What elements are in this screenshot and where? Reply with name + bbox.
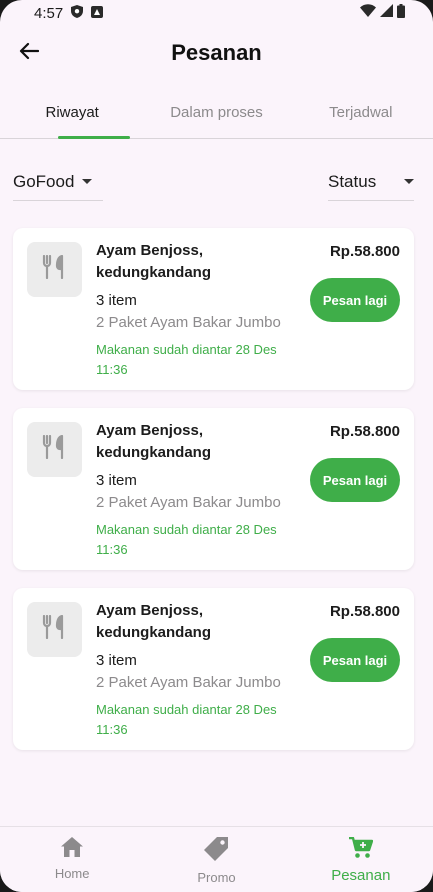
- status-bar: 4:57: [0, 0, 433, 26]
- status-time: 4:57: [34, 4, 64, 22]
- app-notification-icon: [91, 5, 104, 22]
- restaurant-thumbnail: [27, 242, 82, 297]
- order-price: Rp.58.800: [329, 423, 400, 440]
- battery-icon: [397, 3, 405, 23]
- restaurant-thumbnail: [27, 602, 82, 657]
- restaurant-name: Ayam Benjoss, kedungkandang: [96, 242, 212, 281]
- nav-pesanan[interactable]: Pesanan: [289, 827, 433, 892]
- restaurant-name: Ayam Benjoss, kedungkandang: [96, 422, 212, 461]
- fork-knife-icon: [42, 254, 68, 284]
- service-filter-dropdown[interactable]: GoFood: [13, 163, 103, 201]
- service-filter-label: GoFood: [13, 171, 75, 191]
- restaurant-name: Ayam Benjoss, kedungkandang: [96, 602, 212, 641]
- home-icon: [61, 837, 84, 860]
- tag-icon: [204, 837, 229, 864]
- delivery-status: Makanan sudah diantar 28 Des 11:36: [96, 342, 277, 377]
- chevron-down-icon: [404, 179, 414, 184]
- cart-icon: [347, 836, 374, 863]
- order-card[interactable]: Ayam Benjoss, kedungkandang 3 item 2 Pak…: [13, 588, 414, 750]
- restaurant-thumbnail: [27, 422, 82, 477]
- order-card[interactable]: Ayam Benjoss, kedungkandang 3 item 2 Pak…: [13, 228, 414, 390]
- order-price: Rp.58.800: [329, 603, 400, 620]
- phone-screen: 4:57 Pesanan Riwayat Dalam proses Terjad…: [0, 0, 433, 892]
- shield-notification-icon: [71, 4, 84, 22]
- fork-knife-icon: [42, 614, 68, 644]
- items-description: 2 Paket Ayam Bakar Jumbo: [96, 314, 281, 331]
- status-filter-dropdown[interactable]: Status: [328, 163, 414, 201]
- nav-pesanan-label: Pesanan: [331, 867, 391, 884]
- status-filter-label: Status: [328, 171, 377, 191]
- app-bar: Pesanan: [0, 26, 433, 82]
- tab-terjadwal[interactable]: Terjadwal: [289, 86, 433, 138]
- reorder-button[interactable]: Pesan lagi: [310, 278, 400, 322]
- page-title: Pesanan: [171, 40, 262, 65]
- reorder-button[interactable]: Pesan lagi: [310, 458, 400, 502]
- delivery-status: Makanan sudah diantar 28 Des 11:36: [96, 702, 277, 737]
- tab-bar: Riwayat Dalam proses Terjadwal: [0, 86, 433, 139]
- signal-icon: [380, 4, 393, 22]
- wifi-icon: [360, 4, 376, 22]
- items-count: 3 item: [96, 652, 137, 669]
- nav-promo-label: Promo: [197, 870, 236, 885]
- items-description: 2 Paket Ayam Bakar Jumbo: [96, 674, 281, 691]
- nav-home-label: Home: [54, 866, 90, 881]
- fork-knife-icon: [42, 434, 68, 464]
- items-description: 2 Paket Ayam Bakar Jumbo: [96, 494, 281, 511]
- nav-home[interactable]: Home: [0, 827, 144, 892]
- chevron-down-icon: [82, 179, 93, 184]
- bottom-navigation: Home Promo Pesanan: [0, 826, 433, 892]
- nav-promo[interactable]: Promo: [144, 827, 288, 892]
- reorder-button[interactable]: Pesan lagi: [310, 638, 400, 682]
- tab-riwayat[interactable]: Riwayat: [0, 86, 144, 139]
- items-count: 3 item: [96, 292, 137, 309]
- delivery-status: Makanan sudah diantar 28 Des 11:36: [96, 522, 277, 557]
- items-count: 3 item: [96, 472, 137, 489]
- order-price: Rp.58.800: [329, 243, 400, 260]
- order-card[interactable]: Ayam Benjoss, kedungkandang 3 item 2 Pak…: [13, 408, 414, 570]
- tab-dalam-proses[interactable]: Dalam proses: [144, 86, 288, 138]
